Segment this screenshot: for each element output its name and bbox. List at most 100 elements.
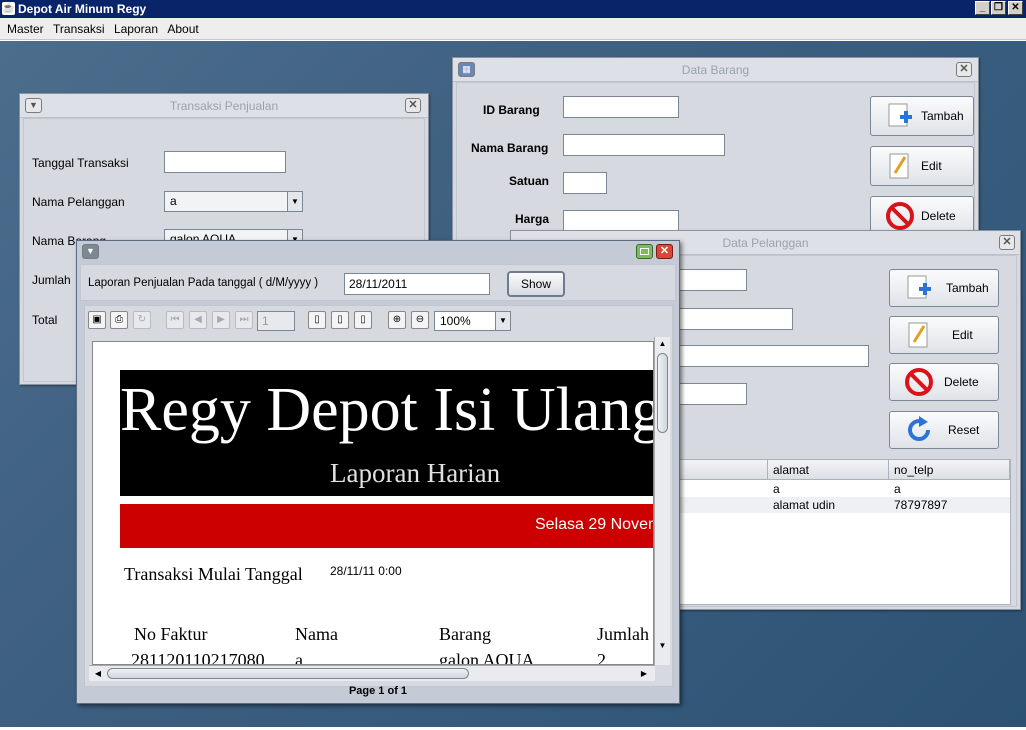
- frame-menu-icon[interactable]: ▼: [25, 98, 42, 113]
- menu-master[interactable]: Master: [4, 18, 47, 40]
- report-col-jumlah: Jumlah: [597, 624, 649, 644]
- next-page-icon[interactable]: ▶: [212, 311, 230, 329]
- tambah-barang-button[interactable]: Tambah: [870, 96, 974, 136]
- scroll-down-icon[interactable]: ▼: [655, 639, 670, 653]
- zoom-in-icon[interactable]: ⊕: [388, 311, 406, 329]
- edit-barang-button[interactable]: Edit: [870, 146, 974, 186]
- data-barang-window: Data Barang ▦ ✕ ID Barang Nama Barang Sa…: [452, 57, 979, 242]
- horizontal-scrollbar[interactable]: ◀ ▶: [89, 665, 655, 681]
- harga-field[interactable]: [563, 210, 679, 232]
- pelanggan-select[interactable]: a ▼: [164, 191, 303, 212]
- scroll-right-icon[interactable]: ▶: [637, 667, 651, 681]
- pelanggan-label: Nama Pelanggan: [32, 195, 125, 209]
- satuan-field[interactable]: [563, 172, 607, 194]
- save-icon[interactable]: ▣: [88, 311, 106, 329]
- column-header-blank[interactable]: [676, 460, 768, 480]
- edit-label: Edit: [952, 328, 973, 342]
- report-cell-barang: galon AQUA: [439, 650, 535, 665]
- transaksi-penjualan-title: Transaksi Penjualan: [20, 94, 428, 118]
- close-icon[interactable]: ✕: [656, 244, 673, 259]
- satuan-label: Satuan: [509, 174, 550, 188]
- report-date-banner: Selasa 29 November: [120, 504, 653, 548]
- harga-label: Harga: [515, 212, 550, 226]
- table-row[interactable]: a a: [676, 481, 1010, 497]
- tanggal-field[interactable]: [164, 151, 286, 173]
- nama-barang-field[interactable]: [563, 134, 725, 156]
- zoom-out-icon[interactable]: ⊖: [411, 311, 429, 329]
- report-cell-no-faktur: 281120110217080: [131, 650, 265, 665]
- maximize-button[interactable]: ❐: [991, 1, 1006, 15]
- zoom-select[interactable]: 100% ▼: [434, 311, 511, 331]
- first-page-icon[interactable]: ⏮: [166, 311, 184, 329]
- fit-width-icon[interactable]: ▯: [354, 311, 372, 329]
- menu-laporan[interactable]: Laporan: [111, 18, 161, 40]
- report-cell-nama: a: [295, 650, 303, 665]
- close-button[interactable]: ✕: [1008, 1, 1023, 15]
- pelanggan-field-1[interactable]: [675, 269, 747, 291]
- report-cell-jumlah: 2: [597, 650, 606, 665]
- scroll-thumb[interactable]: [107, 668, 469, 679]
- laporan-filter-panel: Laporan Penjualan Pada tanggal ( d/M/yyy…: [80, 264, 676, 301]
- tanggal-label: Tanggal Transaksi: [32, 156, 129, 170]
- frame-app-icon[interactable]: ▦: [458, 62, 475, 77]
- previous-page-icon[interactable]: ◀: [189, 311, 207, 329]
- close-icon[interactable]: ✕: [405, 98, 421, 113]
- scroll-left-icon[interactable]: ◀: [91, 667, 105, 681]
- last-page-icon[interactable]: ⏭: [235, 311, 253, 329]
- page-number-field[interactable]: 1: [257, 311, 295, 331]
- pelanggan-value: a: [170, 194, 177, 208]
- total-label: Total: [32, 313, 58, 327]
- vertical-scrollbar[interactable]: ▲ ▼: [654, 337, 670, 665]
- edit-pencil-icon: [889, 153, 909, 179]
- java-app-icon: ☕: [2, 2, 15, 15]
- menu-about[interactable]: About: [164, 18, 201, 40]
- report-title: Regy Depot Isi Ulang: [120, 376, 654, 444]
- pelanggan-table[interactable]: alamat no_telp a a alamat udin 78797897: [675, 459, 1011, 605]
- delete-pelanggan-button[interactable]: Delete: [889, 363, 999, 401]
- refresh-icon: [908, 416, 930, 441]
- tambah-pelanggan-button[interactable]: Tambah: [889, 269, 999, 307]
- minimize-button[interactable]: _: [975, 1, 990, 15]
- maximize-icon[interactable]: [636, 244, 653, 259]
- show-button[interactable]: Show: [507, 271, 565, 297]
- reload-icon[interactable]: ↻: [133, 311, 151, 329]
- menu-transaksi[interactable]: Transaksi: [50, 18, 108, 40]
- edit-label: Edit: [921, 159, 942, 173]
- report-page: Regy Depot Isi Ulang Laporan Harian Sela…: [92, 341, 654, 665]
- pelanggan-field-3[interactable]: [675, 345, 869, 367]
- chevron-down-icon: ▼: [495, 312, 510, 330]
- fit-page-icon[interactable]: ▯: [331, 311, 349, 329]
- reset-pelanggan-button[interactable]: Reset: [889, 411, 999, 449]
- pelanggan-field-4[interactable]: [675, 383, 747, 405]
- app-title-bar: ☕ Depot Air Minum Regy _ ❐ ✕: [0, 0, 1026, 18]
- report-col-barang: Barang: [439, 624, 491, 644]
- jumlah-label: Jumlah: [32, 273, 71, 287]
- table-row[interactable]: alamat udin 78797897: [676, 497, 1010, 513]
- delete-icon: [905, 368, 933, 396]
- close-icon[interactable]: ✕: [999, 235, 1015, 250]
- tambah-label: Tambah: [921, 109, 964, 123]
- print-icon[interactable]: ⎙: [110, 311, 128, 329]
- id-barang-field[interactable]: [563, 96, 679, 118]
- frame-menu-icon[interactable]: ▼: [82, 244, 99, 259]
- scroll-thumb[interactable]: [657, 353, 668, 433]
- close-icon[interactable]: ✕: [956, 62, 972, 77]
- nama-barang-label: Nama Barang: [471, 141, 549, 155]
- reset-label: Reset: [948, 423, 980, 437]
- add-document-icon: [907, 275, 931, 299]
- data-barang-panel: ID Barang Nama Barang Satuan Harga Tamba…: [456, 82, 975, 241]
- actual-size-icon[interactable]: ▯: [308, 311, 326, 329]
- column-header-no-telp[interactable]: no_telp: [889, 460, 1010, 480]
- report-col-no-faktur: No Faktur: [134, 624, 208, 644]
- edit-pelanggan-button[interactable]: Edit: [889, 316, 999, 354]
- scroll-up-icon[interactable]: ▲: [655, 337, 670, 351]
- chevron-down-icon: ▼: [287, 192, 302, 211]
- edit-pencil-icon: [908, 322, 928, 348]
- column-header-alamat[interactable]: alamat: [768, 460, 889, 480]
- laporan-title-bar: ▼ ✕: [77, 241, 679, 263]
- laporan-date-field[interactable]: 28/11/2011: [344, 273, 490, 295]
- page-status: Page 1 of 1: [348, 685, 408, 697]
- delete-label: Delete: [921, 209, 956, 223]
- pelanggan-field-2[interactable]: [675, 308, 793, 330]
- delete-icon: [886, 202, 914, 230]
